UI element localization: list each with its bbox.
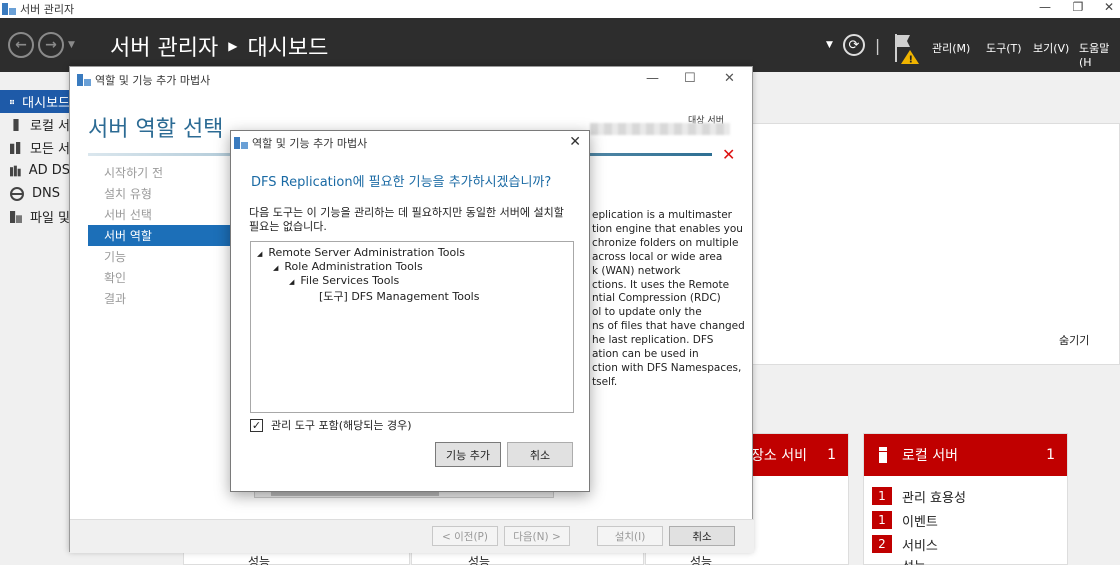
dialog-title: 역할 및 기능 추가 마법사	[252, 137, 368, 150]
wizard-heading: 서버 역할 선택	[88, 117, 224, 142]
dashboard-icon	[10, 99, 15, 104]
breadcrumb-separator-icon: ▶	[228, 39, 238, 53]
step-before-you-begin[interactable]: 시작하기 전	[88, 162, 232, 183]
step-results[interactable]: 결과	[88, 288, 232, 309]
refresh-icon[interactable]: ⟳	[842, 34, 865, 56]
forward-icon[interactable]: →	[38, 32, 64, 58]
dialog-app-icon	[234, 137, 248, 149]
close-icon[interactable]: ✕	[724, 71, 735, 86]
sidebar-item-ad-ds[interactable]: AD DS	[0, 159, 70, 182]
step-server-selection[interactable]: 서버 선택	[88, 204, 232, 225]
server-manager-header: ← → ▼ 서버 관리자 ▶ 대시보드 ▼ ⟳ | ! 관리(M) 도구(T) …	[0, 18, 1120, 72]
hide-link[interactable]: 숨기기	[1059, 332, 1089, 348]
os-titlebar: 서버 관리자 — ❐ ✕	[0, 0, 1120, 18]
performance-label: 성능	[248, 555, 271, 565]
notifications-flag-icon[interactable]: !	[894, 32, 920, 64]
page-title: 대시보드	[247, 36, 329, 61]
wizard-app-icon	[77, 74, 91, 86]
tile-local-title: 로컬 서버	[902, 448, 958, 464]
performance-label: 성능	[468, 555, 491, 565]
svg-text:!: !	[909, 55, 914, 65]
include-tools-checkbox[interactable]: ✓	[250, 418, 263, 432]
dialog-question: DFS Replication에 필요한 기능을 추가하시겠습니까?	[251, 175, 552, 190]
tile-row-events[interactable]: 1 이벤트	[864, 508, 1067, 532]
wizard-footer: < 이전(P) 다음(N) > 설치(I) 취소	[70, 519, 754, 553]
add-features-button[interactable]: 기능 추가	[435, 442, 501, 467]
wizard-titlebar: 역할 및 기능 추가 마법사 — ☐ ✕	[70, 67, 752, 93]
next-button[interactable]: 다음(N) >	[504, 526, 570, 546]
expand-triangle-icon[interactable]: ◢	[289, 278, 294, 286]
divider: |	[874, 35, 881, 55]
menu-tools[interactable]: 도구(T)	[986, 40, 1022, 56]
server-manager-icon	[2, 3, 16, 15]
step-features[interactable]: 기능	[88, 246, 232, 267]
welcome-panel	[752, 123, 1120, 365]
chevron-down-icon[interactable]: ▼	[68, 40, 75, 50]
tree-node-file-services-tools[interactable]: ◢ File Services Tools	[289, 274, 399, 287]
local-server-icon	[13, 118, 19, 131]
menu-view[interactable]: 보기(V)	[1033, 40, 1069, 56]
sidebar-item-file-services[interactable]: 파일 및	[0, 205, 70, 228]
sidebar-item-dns[interactable]: DNS	[0, 182, 70, 205]
tile-local-server[interactable]: 로컬 서버 1 1관리 효용성 1이벤트 2서비스 성능	[863, 433, 1068, 565]
back-icon[interactable]: ←	[8, 32, 34, 58]
include-tools-checkbox-row[interactable]: ✓ 관리 도구 포함(해당되는 경우)	[250, 417, 412, 433]
dialog-cancel-button[interactable]: 취소	[507, 442, 573, 467]
restore-icon[interactable]: ❐	[1063, 0, 1093, 14]
minimize-icon[interactable]: —	[1030, 0, 1060, 14]
sidebar-item-dashboard[interactable]: 대시보드	[0, 90, 70, 113]
step-installation-type[interactable]: 설치 유형	[88, 183, 232, 204]
menu-help[interactable]: 도움말(H	[1079, 40, 1120, 69]
required-features-tree: ◢ Remote Server Administration Tools ◢ Rol…	[250, 241, 574, 413]
add-features-dialog: 역할 및 기능 추가 마법사 ✕ DFS Replication에 필요한 기능…	[230, 130, 590, 492]
close-icon[interactable]: ✕	[569, 134, 581, 150]
scrollbar-thumb[interactable]	[271, 492, 439, 496]
minimize-icon[interactable]: —	[646, 71, 659, 86]
all-servers-icon	[10, 141, 21, 154]
app-title: 서버 관리자	[110, 36, 219, 61]
tile-row-manageability[interactable]: 1 관리 효용성	[864, 484, 1067, 508]
tile-row-performance[interactable]: 성능	[864, 556, 1067, 565]
wizard-steps: 시작하기 전 설치 유형 서버 선택 서버 역할 기능 확인 결과	[88, 162, 232, 309]
step-server-roles[interactable]: 서버 역할	[88, 225, 232, 246]
dialog-titlebar: 역할 및 기능 추가 마법사 ✕	[231, 131, 589, 155]
expand-triangle-icon[interactable]: ◢	[257, 250, 262, 258]
tree-node-rsat[interactable]: ◢ Remote Server Administration Tools	[257, 246, 465, 259]
sidebar-item-all-servers[interactable]: 모든 서	[0, 136, 70, 159]
include-tools-label: 관리 도구 포함(해당되는 경우)	[271, 419, 412, 432]
expand-triangle-icon[interactable]: ◢	[273, 264, 278, 272]
performance-label: 성능	[690, 555, 713, 565]
maximize-icon[interactable]: ☐	[684, 71, 696, 86]
tile-row-services[interactable]: 2 서비스	[864, 532, 1067, 556]
file-services-icon	[10, 210, 22, 223]
prev-button[interactable]: < 이전(P)	[432, 526, 498, 546]
error-x-icon: ✕	[722, 145, 736, 164]
sidebar: 대시보드 로컬 서 모든 서 AD DS DNS 파일 및	[0, 90, 70, 228]
install-button[interactable]: 설치(I)	[597, 526, 663, 546]
wizard-cancel-button[interactable]: 취소	[669, 526, 735, 546]
tree-node-role-admin-tools[interactable]: ◢ Role Administration Tools	[273, 260, 423, 273]
tree-node-dfs-management-tools[interactable]: [도구] DFS Management Tools	[319, 288, 479, 304]
os-window-title: 서버 관리자	[20, 3, 75, 16]
close-icon[interactable]: ✕	[1094, 0, 1120, 14]
ad-ds-icon	[10, 165, 21, 176]
tile-local-count: 1	[1046, 447, 1055, 463]
dialog-message: 다음 도구는 이 기능을 관리하는 데 필요하지만 동일한 서버에 설치할 필요…	[249, 206, 564, 233]
dropdown-arrow-icon[interactable]: ▼	[826, 40, 833, 50]
sidebar-item-local-server[interactable]: 로컬 서	[0, 113, 70, 136]
breadcrumb: 서버 관리자 ▶ 대시보드	[110, 30, 328, 62]
tile-storage-count: 1	[827, 447, 836, 463]
server-icon	[879, 447, 887, 463]
menu-manage[interactable]: 관리(M)	[932, 40, 970, 56]
tile-storage-title: 장소 서비	[751, 448, 807, 464]
role-description: eplication is a multimaster tion engine …	[592, 209, 745, 388]
dns-icon	[10, 186, 24, 201]
step-confirmation[interactable]: 확인	[88, 267, 232, 288]
target-server-name-redacted	[590, 123, 730, 135]
wizard-title: 역할 및 기능 추가 마법사	[95, 74, 211, 87]
